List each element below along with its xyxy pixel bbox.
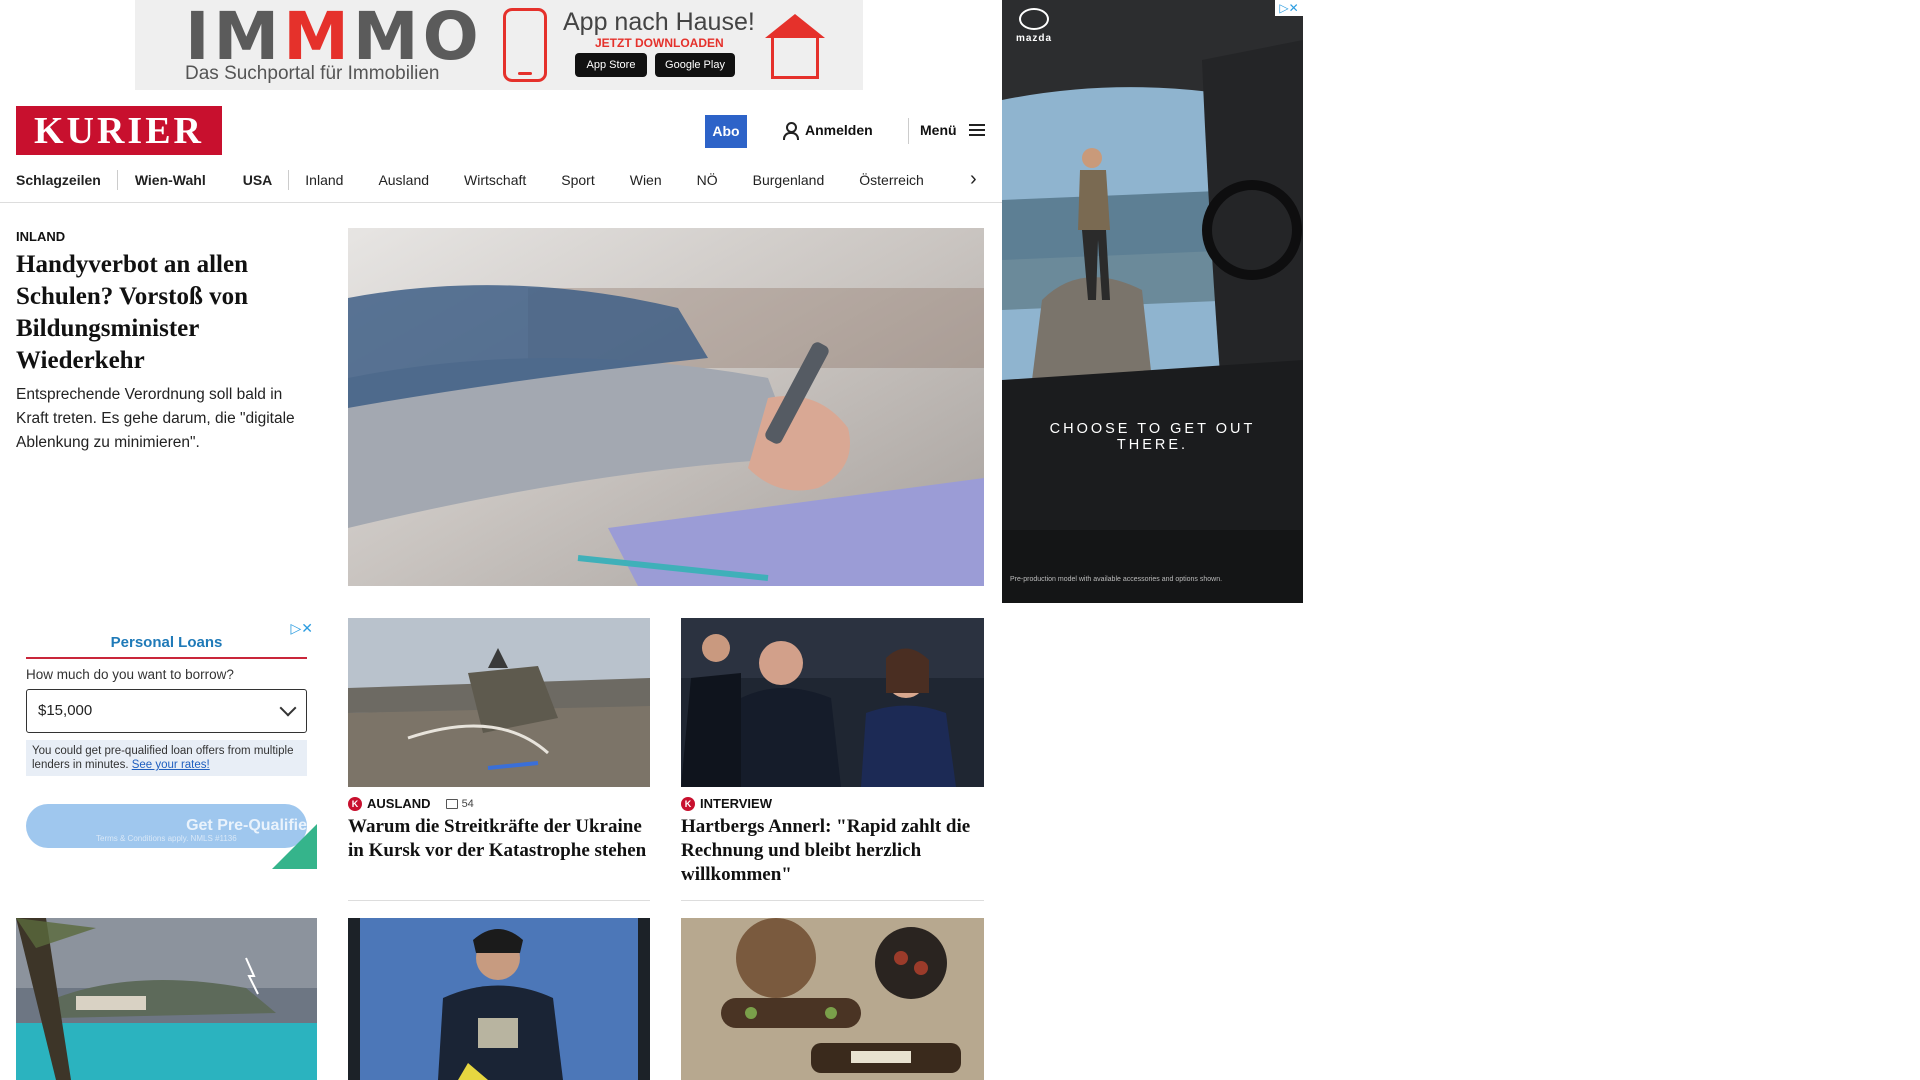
header-divider — [908, 118, 909, 144]
house-icon-body — [771, 37, 819, 79]
loan-ad-question: How much do you want to borrow? — [26, 667, 234, 682]
mazda-disclaimer: Pre-production model with available acce… — [1010, 576, 1223, 583]
menu-button[interactable]: Menü — [920, 122, 985, 138]
nav-separator — [288, 170, 290, 190]
abo-button[interactable]: Abo — [705, 115, 747, 148]
storm-coast-photo — [16, 918, 317, 1080]
card-image-storm[interactable] — [16, 918, 317, 1080]
nav-item-burgenland[interactable]: Burgenland — [753, 172, 825, 188]
kurier-logo[interactable]: KURIER — [16, 106, 222, 155]
card-image-interview[interactable] — [681, 618, 984, 787]
ad-headline: App nach Hause! — [563, 8, 755, 36]
lead-photo — [348, 228, 984, 586]
card-category[interactable]: AUSLAND — [367, 796, 431, 811]
login-label: Anmelden — [805, 122, 873, 138]
mazda-tagline-line2: THERE. — [1116, 437, 1189, 453]
card-image-ukraine[interactable] — [348, 618, 650, 787]
adchoices-icon[interactable]: ▷✕ — [1275, 0, 1303, 16]
app-store-badge[interactable]: App Store — [575, 53, 647, 77]
nav-item-wien-wahl[interactable]: Wien-Wahl — [135, 172, 206, 188]
nav-item-wirtschaft[interactable]: Wirtschaft — [464, 172, 526, 188]
hamburger-icon — [968, 124, 985, 136]
card-divider — [348, 900, 650, 901]
house-icon — [765, 14, 825, 38]
card-divider — [681, 900, 984, 901]
nav-item-oesterreich[interactable]: Österreich — [859, 172, 924, 188]
card-headline-interview[interactable]: Hartbergs Annerl: "Rapid zahlt die Rechn… — [681, 815, 983, 887]
nav-item-wien[interactable]: Wien — [630, 172, 662, 188]
loan-ad-rule — [26, 657, 307, 659]
card-image-food[interactable] — [681, 918, 984, 1080]
nav-item-usa[interactable]: USA — [243, 172, 273, 188]
menu-label: Menü — [920, 122, 957, 138]
mazda-emblem-icon — [1019, 8, 1049, 30]
card-meta-interview: K INTERVIEW — [681, 796, 772, 811]
loan-ad-info: You could get pre-qualified loan offers … — [26, 740, 307, 776]
card-category[interactable]: INTERVIEW — [700, 796, 772, 811]
login-button[interactable]: Anmelden — [783, 122, 873, 140]
lead-category[interactable]: INLAND — [16, 229, 65, 244]
kurier-k-icon: K — [681, 796, 695, 811]
lead-image[interactable] — [348, 228, 984, 586]
nav-scroll-right-icon[interactable]: › — [970, 168, 977, 191]
loan-ad-fine-print: Terms & Conditions apply. NMLS #1136 — [96, 834, 237, 843]
kurier-k-icon: K — [348, 796, 362, 811]
nav-item-schlagzeilen[interactable]: Schlagzeilen — [16, 172, 101, 188]
loan-ad-title: Personal Loans — [110, 634, 223, 651]
cctv-photo — [348, 918, 650, 1080]
card-meta-ausland: K AUSLAND 54 — [348, 796, 474, 811]
personal-loans-ad[interactable]: ▷✕ Personal Loans How much do you want t… — [16, 618, 317, 869]
main-nav: Schlagzeilen Wien-Wahl USA Inland Auslan… — [16, 168, 986, 192]
immmo-tagline: Das Suchportal für Immobilien — [185, 63, 440, 84]
google-play-badge[interactable]: Google Play — [655, 53, 735, 77]
card-headline-ukraine[interactable]: Warum die Streitkräfte der Ukraine in Ku… — [348, 815, 650, 863]
mazda-tagline-line1: CHOOSE TO GET OUT — [1049, 421, 1256, 437]
loan-amount-select[interactable]: $15,000 — [26, 689, 307, 733]
ukraine-tank-photo — [348, 618, 650, 787]
comment-icon — [445, 798, 458, 809]
nav-item-ausland[interactable]: Ausland — [378, 172, 429, 188]
nav-divider — [0, 202, 1003, 203]
mazda-tagline: CHOOSE TO GET OUT THERE. — [1002, 421, 1303, 453]
top-banner-ad[interactable]: IMMMO Das Suchportal für Immobilien App … — [135, 0, 863, 90]
lead-headline[interactable]: Handyverbot an allen Schulen? Vorstoß vo… — [16, 249, 306, 377]
nav-separator — [116, 170, 118, 190]
interview-photo — [681, 618, 984, 787]
comment-count-value: 54 — [461, 797, 474, 810]
lead-teaser: Entsprechende Verordnung soll bald in Kr… — [16, 386, 295, 451]
nav-item-inland[interactable]: Inland — [305, 172, 343, 188]
user-icon — [783, 122, 799, 140]
card-image-cctv[interactable] — [348, 918, 650, 1080]
immmo-logo: IMMMO — [185, 0, 483, 75]
loan-amount-value: $15,000 — [38, 702, 93, 719]
see-rates-link[interactable]: See your rates! — [132, 759, 210, 771]
nav-item-sport[interactable]: Sport — [561, 172, 594, 188]
comment-count[interactable]: 54 — [445, 797, 474, 810]
mazda-ad-photo — [1002, 0, 1303, 603]
mazda-logo: mazda — [1012, 8, 1056, 52]
mazda-wordmark: mazda — [1015, 33, 1053, 44]
nav-item-noe[interactable]: NÖ — [697, 172, 718, 188]
ad-corner-decoration — [272, 824, 317, 869]
mazda-side-ad[interactable]: ▷✕ mazda CHOOSE TO GET OUT THERE. Pre-pr… — [1002, 0, 1303, 603]
food-photo — [681, 918, 984, 1080]
ad-cta: JETZT DOWNLOADEN — [595, 36, 724, 50]
chevron-down-icon — [279, 699, 297, 717]
phone-icon — [503, 8, 547, 82]
